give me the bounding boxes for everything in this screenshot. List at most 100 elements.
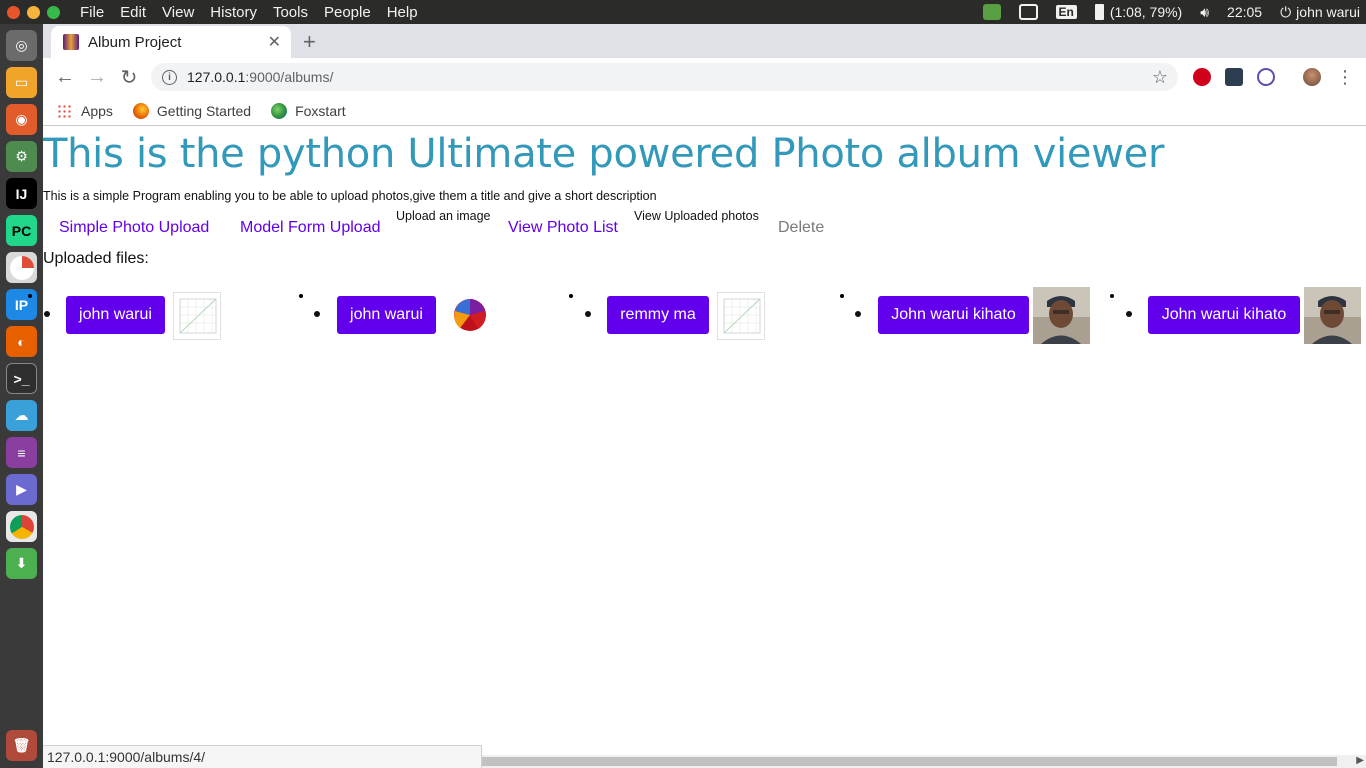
tab-title: Album Project <box>88 33 182 51</box>
screenshot-extension-icon[interactable] <box>1225 68 1243 86</box>
portrait-photo-thumbnail[interactable] <box>1033 287 1090 344</box>
bullet <box>585 311 591 317</box>
intellij-icon[interactable]: IJ <box>6 178 37 209</box>
photos-icon[interactable]: ◉ <box>6 104 37 135</box>
dash-icon[interactable]: ◎ <box>6 30 37 61</box>
bookmark-apps-label: Apps <box>81 102 113 119</box>
page-title: This is the python Ultimate powered Phot… <box>43 131 1165 177</box>
disk-usage-icon[interactable] <box>6 252 37 283</box>
menu-kebab-icon[interactable]: ⋮ <box>1329 61 1361 93</box>
pycharm-icon[interactable]: PC <box>6 215 37 246</box>
window-controls <box>7 5 67 19</box>
model-form-upload-link[interactable]: Model Form Upload <box>240 219 381 237</box>
network-indicator[interactable] <box>1018 4 1038 20</box>
chrome-icon[interactable] <box>6 511 37 542</box>
file-title-button[interactable]: john warui <box>337 296 436 334</box>
bookmark-getting-started-label: Getting Started <box>156 102 252 119</box>
simple-photo-upload-link[interactable]: Simple Photo Upload <box>59 219 209 237</box>
page-content: This is the python Ultimate powered Phot… <box>43 127 1366 768</box>
browser-toolbar: ← → ↻ i 127.0.0.1:9000/albums/ ☆ ⋮ <box>43 58 1366 96</box>
scrollbar-thumb[interactable] <box>482 757 1337 766</box>
user-name: john warui <box>1296 4 1360 20</box>
link-status-bubble: 127.0.0.1:9000/albums/4/ <box>43 745 482 768</box>
favicon-icon <box>63 34 79 50</box>
close-window-button[interactable] <box>7 5 20 19</box>
file-title-button[interactable]: john warui <box>66 296 165 334</box>
portrait-photo-thumbnail[interactable] <box>1304 287 1361 344</box>
line-chart-thumbnail[interactable] <box>717 292 765 340</box>
file-title-button[interactable]: John warui kihato <box>1148 296 1300 334</box>
page-description: This is a simple Program enabling you to… <box>43 189 657 203</box>
bookmark-star-icon[interactable]: ☆ <box>1152 67 1168 88</box>
app-menu-bar: File Edit View History Tools People Help <box>72 4 426 21</box>
address-bar[interactable]: i 127.0.0.1:9000/albums/ ☆ <box>151 63 1178 91</box>
keyboard-indicator[interactable]: En <box>1055 5 1077 19</box>
opera-extension-icon[interactable] <box>1193 68 1211 86</box>
tab-strip: Album Project ✕ + <box>43 24 1366 58</box>
menu-edit[interactable]: Edit <box>112 4 154 21</box>
line-chart-thumbnail[interactable] <box>173 292 221 340</box>
menu-people[interactable]: People <box>316 4 379 21</box>
view-photo-list-link[interactable]: View Photo List <box>508 219 618 237</box>
new-tab-button[interactable]: + <box>303 29 316 55</box>
system-indicators: En (1:08, 79%) 🔊︎ 22:05 ⏻ john warui <box>974 0 1366 24</box>
update-indicator[interactable] <box>982 4 1001 20</box>
video-player-icon[interactable]: ▶ <box>6 474 37 505</box>
power-icon: ⏻ <box>1280 3 1292 20</box>
volume-indicator[interactable]: 🔊︎ <box>1200 4 1209 21</box>
bullet <box>314 311 320 317</box>
battery-text: (1:08, 79%) <box>1109 4 1183 20</box>
apps-grid-icon <box>57 103 71 118</box>
menu-history[interactable]: History <box>202 4 265 21</box>
close-tab-icon[interactable]: ✕ <box>268 32 281 52</box>
bookmark-foxstart[interactable]: Foxstart <box>271 102 346 119</box>
clock[interactable]: 22:05 <box>1227 4 1262 20</box>
site-info-icon[interactable]: i <box>162 69 177 85</box>
bookmark-foxstart-label: Foxstart <box>295 102 346 119</box>
os-top-panel: File Edit View History Tools People Help… <box>0 0 1366 24</box>
delete-link[interactable]: Delete <box>778 219 824 237</box>
network-icon <box>1018 4 1038 20</box>
profile-avatar[interactable] <box>1303 68 1321 86</box>
menu-help[interactable]: Help <box>379 4 426 21</box>
url-host: 127.0.0.1 <box>187 69 246 85</box>
user-menu[interactable]: ⏻ john warui <box>1280 4 1360 21</box>
terminal-icon[interactable]: >_ <box>6 363 37 394</box>
trash-icon[interactable]: 🗑︎ <box>6 730 37 761</box>
volume-icon: 🔊︎ <box>1200 3 1210 20</box>
view-uploaded-hint: View Uploaded photos <box>634 209 759 223</box>
url-path: :9000/albums/ <box>245 69 334 85</box>
back-button[interactable]: ← <box>49 61 81 93</box>
menu-tools[interactable]: Tools <box>265 4 316 21</box>
bookmark-getting-started[interactable]: Getting Started <box>132 102 252 119</box>
bullet <box>855 311 861 317</box>
reload-button[interactable]: ↻ <box>113 61 145 93</box>
weather-icon[interactable]: ☁ <box>6 400 37 431</box>
scroll-right-arrow-icon[interactable]: ▶ <box>1356 755 1364 766</box>
firefox-icon[interactable]: ◐ <box>6 326 37 357</box>
minimize-window-button[interactable] <box>27 5 40 19</box>
uploaded-files-label: Uploaded files: <box>43 250 149 267</box>
block-extension-icon[interactable] <box>1257 68 1275 86</box>
settings-icon[interactable]: ⚙ <box>6 141 37 172</box>
file-title-button[interactable]: John warui kihato <box>878 296 1029 334</box>
menu-file[interactable]: File <box>72 4 112 21</box>
battery-icon <box>1094 4 1104 20</box>
bookmark-apps[interactable]: Apps <box>57 103 113 119</box>
maximize-window-button[interactable] <box>47 5 60 19</box>
menu-view[interactable]: View <box>154 4 202 21</box>
pie-chart-thumbnail[interactable] <box>452 295 488 337</box>
files-icon[interactable]: ▭ <box>6 67 37 98</box>
uploaded-files-list: john warui john warui remmy ma John waru… <box>43 287 1366 347</box>
bookmarks-bar: Apps Getting Started Foxstart <box>43 96 1366 126</box>
update-icon <box>982 4 1001 20</box>
text-editor-icon[interactable]: ≡ <box>6 437 37 468</box>
upload-image-hint: Upload an image <box>396 209 491 223</box>
forward-button[interactable]: → <box>81 61 113 93</box>
horizontal-scrollbar[interactable]: ▶ <box>482 755 1366 768</box>
downloader-icon[interactable]: ⬇ <box>6 548 37 579</box>
file-title-button[interactable]: remmy ma <box>607 296 709 334</box>
bullet <box>44 311 50 317</box>
tab-album-project[interactable]: Album Project ✕ <box>51 26 291 58</box>
battery-indicator[interactable]: (1:08, 79%) <box>1094 4 1183 20</box>
